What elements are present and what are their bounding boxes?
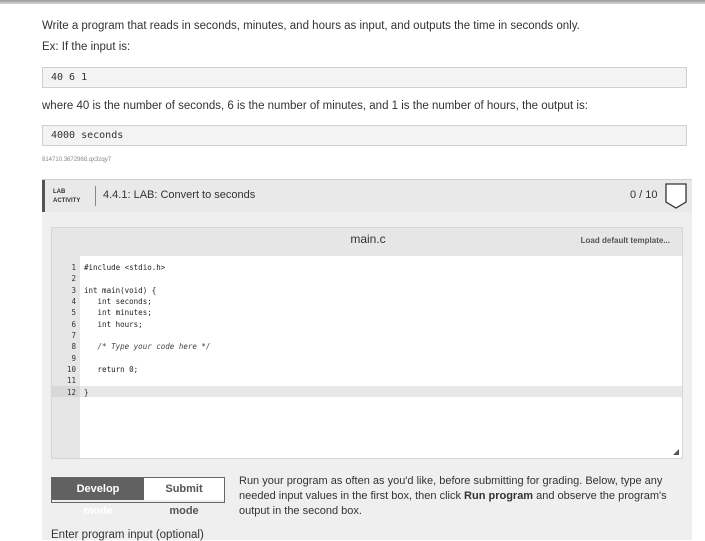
line-number: 1 — [71, 263, 76, 272]
activity-id: 814710.3672968.qx3zqy7 — [42, 157, 112, 163]
line-number: 9 — [71, 354, 76, 363]
develop-mode-button[interactable]: Develop mode — [52, 478, 144, 517]
line-number: 4 — [71, 297, 76, 306]
mode-description: Run your program as often as you'd like,… — [239, 474, 689, 519]
example-input-box: 40 6 1 — [42, 67, 687, 88]
resize-handle-icon[interactable] — [673, 449, 679, 455]
lab-score: 0 / 10 — [630, 189, 658, 201]
line-number: 10 — [66, 365, 76, 374]
line-number: 8 — [71, 342, 76, 351]
prompt-text: Write a program that reads in seconds, m… — [42, 20, 580, 32]
code-line: /* Type your code here */ — [84, 342, 211, 351]
code-area[interactable] — [80, 256, 682, 458]
code-line: int minutes; — [84, 308, 152, 317]
line-number: 12 — [66, 388, 76, 397]
code-line: int hours; — [84, 320, 143, 329]
submit-mode-button[interactable]: Submit mode — [144, 478, 224, 517]
line-number: 5 — [71, 308, 76, 317]
top-bar — [0, 0, 705, 4]
lab-activity: LAB ACTIVITY 4.4.1: LAB: Convert to seco… — [42, 179, 692, 541]
code-line: int main(void) { — [84, 286, 157, 295]
example-output-box: 4000 seconds — [42, 125, 687, 146]
code-line: #include <stdio.h> — [84, 263, 166, 272]
lab-tag: LAB ACTIVITY — [53, 188, 80, 206]
lab-tag-line2: ACTIVITY — [53, 198, 81, 204]
line-number: 2 — [71, 274, 76, 283]
code-line: } — [84, 388, 89, 397]
program-input-label: Enter program input (optional) — [51, 529, 204, 541]
mode-toggle: Develop mode Submit mode — [51, 477, 225, 517]
lab-header: LAB ACTIVITY 4.4.1: LAB: Convert to seco… — [42, 180, 692, 212]
code-line: return 0; — [84, 365, 139, 374]
line-number: 7 — [71, 331, 76, 340]
load-template-link[interactable]: Load default template... — [581, 236, 670, 245]
line-number: 6 — [71, 320, 76, 329]
example-intro: Ex: If the input is: — [42, 41, 131, 53]
example-explanation: where 40 is the number of seconds, 6 is … — [42, 100, 588, 112]
code-line: int seconds; — [84, 297, 152, 306]
run-program-emphasis: Run program — [464, 490, 534, 502]
line-number: 11 — [66, 376, 76, 385]
lab-title: 4.4.1: LAB: Convert to seconds — [103, 189, 256, 201]
divider — [95, 186, 96, 206]
active-line-highlight — [80, 386, 682, 397]
score-badge-icon — [665, 183, 687, 209]
lab-tag-line1: LAB — [53, 189, 66, 195]
code-editor: main.c Load default template... 1 2 3 4 … — [51, 227, 683, 459]
line-number: 3 — [71, 286, 76, 295]
